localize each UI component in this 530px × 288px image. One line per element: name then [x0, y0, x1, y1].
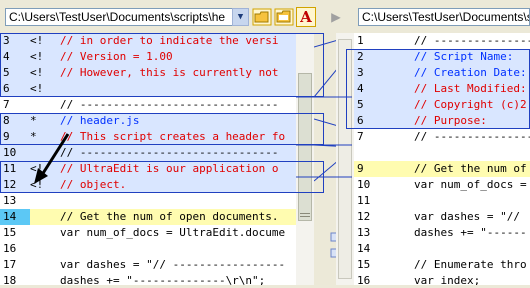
left-file-path[interactable]: C:\Users\TestUser\Documents\scripts\he: [5, 8, 233, 26]
pointer-arrow-icon: [34, 133, 70, 184]
left-path-dropdown[interactable]: ▼: [232, 8, 249, 26]
compare-button[interactable]: ▶: [326, 7, 346, 27]
right-file-path[interactable]: C:\Users\TestUser\Documents\s: [358, 8, 530, 26]
diff-block-frames: [0, 33, 530, 193]
font-icon: A: [300, 8, 312, 26]
toolbar: C:\Users\TestUser\Documents\scripts\he ▼…: [0, 0, 530, 33]
font-button[interactable]: A: [296, 7, 316, 27]
open-folder-button[interactable]: [252, 7, 272, 27]
play-icon: ▶: [331, 7, 341, 26]
save-folder-button[interactable]: [274, 7, 294, 27]
chevron-down-icon: ▼: [237, 12, 244, 22]
folder-icon: [274, 8, 294, 26]
folder-open-icon: [252, 8, 272, 26]
